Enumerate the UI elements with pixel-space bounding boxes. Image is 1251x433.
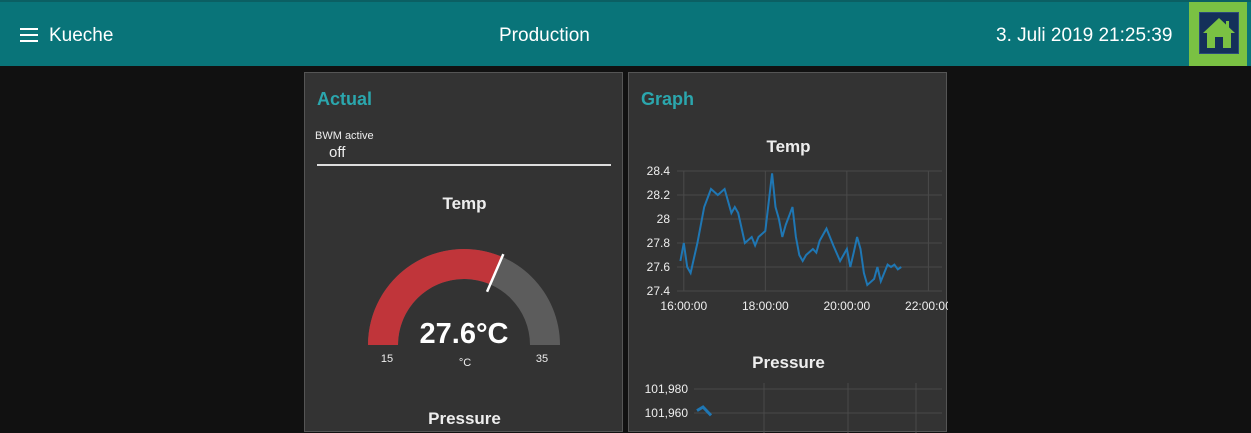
temp-chart-y-tick: 28 bbox=[657, 212, 671, 226]
temp-chart-x-tick: 20:00:00 bbox=[824, 299, 871, 313]
bwm-active-label: BWM active bbox=[315, 130, 374, 142]
bwm-active-value: off bbox=[329, 144, 346, 161]
temp-line-chart: 28.4 28.2 28 27.8 27.6 27.416:00:00 18:00:00 20… bbox=[647, 164, 948, 313]
temp-chart-y-tick: 27.6 bbox=[647, 260, 671, 274]
pressure-chart-y-tick: 101,960 bbox=[645, 406, 689, 420]
gauge-unit: °C bbox=[459, 357, 471, 369]
temp-chart-y-tick: 27.4 bbox=[647, 284, 671, 298]
actual-card: Actual BWM active off Temp 27.6°C °C 15 … bbox=[304, 72, 623, 432]
gauge-max-label: 35 bbox=[536, 353, 548, 365]
hamburger-menu-icon[interactable] bbox=[20, 28, 38, 42]
temp-gauge: 27.6°C °C 15 35 bbox=[368, 249, 560, 369]
temp-chart-y-tick: 28.4 bbox=[647, 164, 671, 178]
gauge-min-label: 15 bbox=[381, 353, 393, 365]
temp-chart-y-tick: 27.8 bbox=[647, 236, 671, 250]
temp-chart-title: Temp bbox=[766, 137, 811, 156]
gauge-value: 27.6°C bbox=[420, 318, 509, 350]
temp-gauge-title: Temp bbox=[442, 194, 487, 213]
temp-chart-y-tick: 28.2 bbox=[647, 188, 671, 202]
pressure-chart-title: Pressure bbox=[752, 353, 825, 372]
pressure-gauge-title: Pressure bbox=[428, 409, 501, 428]
card-title-actual: Actual bbox=[317, 89, 373, 109]
temp-chart-x-tick: 18:00:00 bbox=[742, 299, 789, 313]
graph-card: Graph Temp 28.4 28.2 28 27.8 27.6 27.4 16:00:0… bbox=[628, 72, 948, 433]
pressure-chart-y-tick: 101,980 bbox=[645, 382, 689, 396]
pressure-line-chart: 101,980 101,960 bbox=[645, 382, 942, 433]
home-button[interactable] bbox=[1189, 2, 1247, 66]
home-icon bbox=[1203, 18, 1235, 48]
temp-chart-x-tick: 16:00:00 bbox=[660, 299, 707, 313]
bwm-underline bbox=[317, 164, 611, 166]
app-title: Kueche bbox=[49, 25, 114, 46]
datetime-display: 3. Juli 2019 21:25:39 bbox=[996, 25, 1173, 46]
top-app-bar: Kueche Production 3. Juli 2019 21:25:39 bbox=[0, 0, 1251, 66]
page-title: Production bbox=[499, 25, 590, 46]
card-title-graph: Graph bbox=[641, 89, 695, 109]
pressure-chart-series-line bbox=[696, 405, 713, 417]
temp-chart-series-line bbox=[679, 173, 902, 287]
temp-chart-x-tick: 22:00:00 bbox=[905, 299, 948, 313]
